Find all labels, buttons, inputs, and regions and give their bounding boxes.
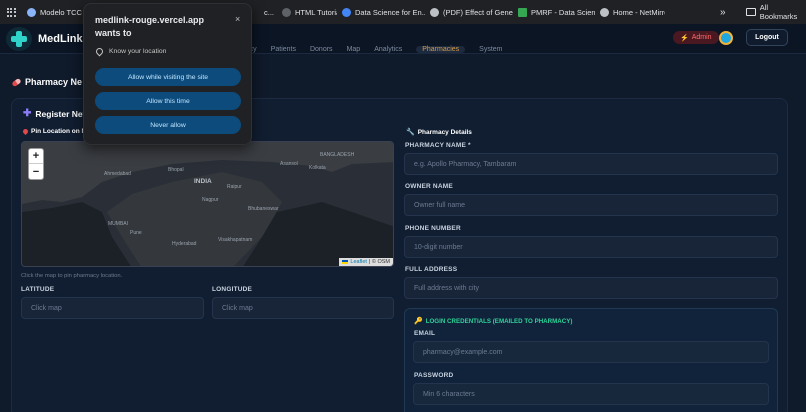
logout-button[interactable]: Logout (746, 29, 788, 46)
bookmark-item[interactable]: Data Science for En... (337, 7, 425, 17)
nav-patients[interactable]: Patients (271, 46, 296, 53)
pharmacy-name-label: PHARMACY NAME * (405, 142, 471, 149)
admin-badge: ⚡ Admin (673, 31, 719, 44)
phone-input[interactable]: 10-digit number (404, 236, 778, 258)
longitude-input[interactable]: Click map (212, 297, 394, 319)
password-label: PASSWORD (414, 372, 454, 379)
bookmark-favicon-icon (342, 7, 351, 17)
key-icon: 🔑 (414, 318, 423, 325)
map-hint: Click the map to pin pharmacy location. (21, 273, 123, 279)
map-label: Nagpur (202, 197, 219, 203)
zoom-out-button[interactable]: − (29, 164, 43, 179)
pharmacy-details-title: 🔧 Pharmacy Details (406, 128, 472, 137)
app-logo[interactable]: MedLink (6, 27, 83, 51)
close-icon[interactable]: × (235, 14, 240, 24)
nav-donors[interactable]: Donors (310, 46, 333, 53)
map-zoom-control: + − (28, 148, 44, 180)
medical-cross-icon (6, 27, 32, 51)
bookmark-favicon-icon (430, 7, 439, 17)
address-input[interactable]: Full address with city (404, 277, 778, 299)
pin-location-label: Pin Location on M (21, 127, 87, 136)
longitude-label: LONGITUDE (212, 286, 253, 293)
map-label: Bhopal (168, 167, 184, 173)
map-label: MUMBAI (108, 221, 128, 227)
email-input[interactable]: pharmacy@example.com (413, 341, 769, 363)
map-label: Bhubaneswar (248, 206, 279, 212)
bookmark-item[interactable]: (PDF) Effect of Gene... (425, 7, 513, 17)
nav-map[interactable]: Map (347, 46, 361, 53)
latitude-input[interactable]: Click map (21, 297, 204, 319)
all-bookmarks-button[interactable]: All Bookmarks (746, 0, 806, 24)
apps-icon[interactable] (0, 0, 22, 24)
avatar[interactable] (719, 31, 733, 45)
map-label: BANGLADESH (320, 152, 355, 158)
owner-name-label: OWNER NAME (405, 183, 453, 190)
folder-icon (746, 8, 756, 16)
pill-icon (11, 77, 22, 87)
phone-label: PHONE NUMBER (405, 225, 461, 232)
map-label: Ahmedabad (104, 171, 131, 177)
map-attribution: Leaflet | © OSM (339, 258, 393, 266)
main-nav: gency Patients Donors Map Analytics Phar… (238, 46, 503, 53)
allow-while-visiting-button[interactable]: Allow while visiting the site (95, 68, 241, 86)
plus-icon: ✚ (23, 108, 32, 119)
map-label: INDIA (194, 178, 212, 185)
nav-system[interactable]: System (479, 46, 502, 53)
address-label: FULL ADDRESS (405, 266, 458, 273)
map-label: Asansol (280, 161, 298, 167)
nav-analytics[interactable]: Analytics (374, 46, 402, 53)
card-title: ✚ Register Nev (23, 108, 88, 119)
password-input[interactable]: Min 6 characters (413, 383, 769, 405)
location-permission-popup: medlink-rouge.vercel.app wants to × Know… (83, 3, 252, 145)
permission-request: Know your location (94, 46, 166, 57)
popup-title: medlink-rouge.vercel.app wants to (95, 15, 205, 38)
map-terrain (22, 142, 393, 266)
bookmark-favicon-icon (27, 7, 36, 17)
pharmacy-name-input[interactable]: e.g. Apollo Pharmacy, Tambaram (404, 153, 778, 175)
map-label: Hyderabad (172, 241, 197, 247)
credentials-title: 🔑 LOGIN CREDENTIALS (EMAILED TO PHARMACY… (414, 317, 573, 326)
ukraine-flag-icon (342, 260, 349, 264)
bolt-icon: ⚡ (680, 34, 689, 42)
bookmarks-more-button[interactable]: » (720, 0, 726, 24)
bookmark-item[interactable]: Home - NetMirror (595, 7, 665, 17)
bookmark-item[interactable]: PMRF - Data Scienc... (513, 7, 595, 17)
bookmark-favicon-icon (600, 7, 609, 17)
leaflet-link[interactable]: Leaflet (350, 259, 367, 265)
latitude-label: LATITUDE (21, 286, 55, 293)
owner-name-input[interactable]: Owner full name (404, 194, 778, 216)
app-name: MedLink (38, 33, 83, 45)
never-allow-button[interactable]: Never allow (95, 116, 241, 134)
map-label: Kolkata (309, 165, 326, 171)
nav-pharmacies[interactable]: Pharmacies (416, 46, 466, 53)
email-label: EMAIL (414, 330, 436, 337)
location-pin-icon (94, 46, 105, 57)
bookmark-item[interactable]: HTML Tutorial (277, 7, 337, 17)
allow-this-time-button[interactable]: Allow this time (95, 92, 241, 110)
page-title: Pharmacy Ne (11, 77, 82, 87)
zoom-in-button[interactable]: + (29, 149, 43, 164)
bookmark-favicon-icon (282, 7, 291, 17)
map-label: Raipur (227, 184, 242, 190)
map-label: Pune (130, 230, 142, 236)
wrench-icon: 🔧 (406, 129, 415, 136)
map-label: Visakhapatnam (218, 237, 253, 243)
location-map[interactable]: + − BANGLADESH INDIA Ahmedabad Bhopal Ra… (21, 141, 394, 267)
pin-icon (21, 127, 30, 136)
bookmark-favicon-icon (518, 7, 527, 17)
